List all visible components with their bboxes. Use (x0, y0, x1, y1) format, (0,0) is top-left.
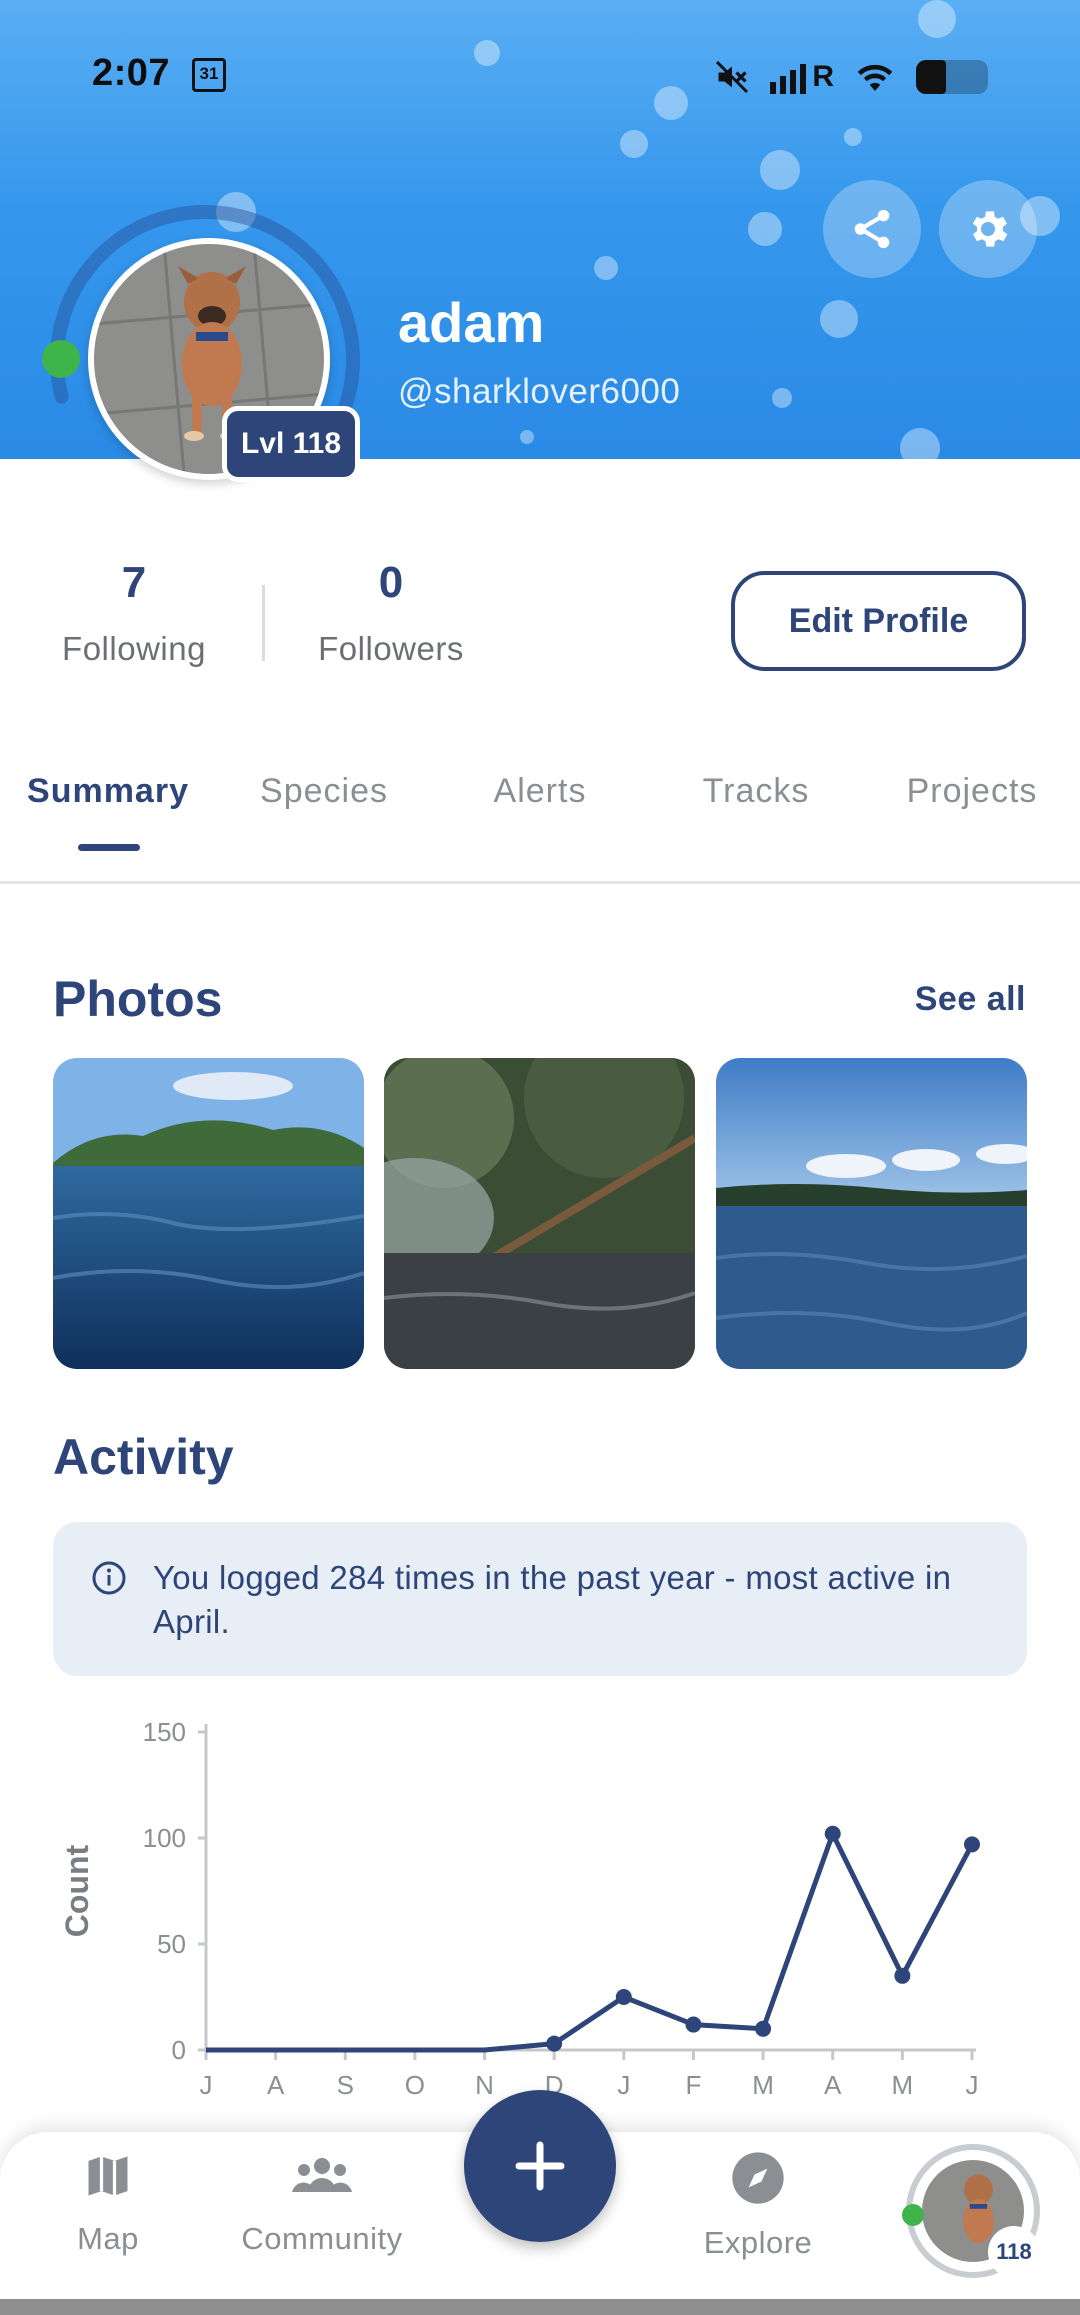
profile-handle: @sharklover6000 (398, 372, 681, 411)
edit-profile-button[interactable]: Edit Profile (731, 571, 1026, 671)
photos-title: Photos (53, 971, 223, 1027)
decor-bubble (594, 256, 618, 280)
add-record-button[interactable] (464, 2090, 616, 2242)
gear-icon (972, 211, 1008, 247)
open-water-photo (716, 1058, 1027, 1369)
settings-button[interactable] (939, 180, 1037, 278)
decor-bubble (760, 150, 800, 190)
photo-thumbnail[interactable] (384, 1058, 695, 1369)
tab-tracks[interactable]: Tracks (648, 772, 864, 811)
chart-y-axis-label: Count (59, 1844, 95, 1937)
online-status-dot (42, 340, 80, 378)
chart-series-line (206, 1831, 975, 2053)
decor-bubble (748, 212, 782, 246)
chart-x-tick-label: F (686, 2070, 702, 2100)
status-icons: R (714, 52, 988, 102)
chart-y-tick-label: 150 (143, 1717, 186, 1747)
chart-x-tick-label: J (966, 2070, 979, 2100)
stats-divider (262, 585, 265, 661)
chart-data-point (964, 1836, 980, 1853)
chart-data-point (755, 2020, 772, 2037)
compass-icon (732, 2152, 784, 2204)
decor-bubble (900, 428, 940, 459)
nav-explore-label: Explore (703, 2225, 813, 2260)
nav-map[interactable]: Map (58, 2150, 158, 2257)
nav-community-label: Community (241, 2221, 403, 2256)
lake-island-photo (53, 1058, 364, 1369)
chart-x-tick-label: J (617, 2070, 630, 2100)
tab-alerts[interactable]: Alerts (432, 772, 648, 811)
tab-summary[interactable]: Summary (0, 772, 216, 811)
level-badge: Lvl 118 (222, 406, 360, 482)
nav-level-badge: 118 (988, 2226, 1040, 2278)
signal-icon: R (770, 60, 834, 94)
profile-tabs: Summary Species Alerts Tracks Projects (0, 760, 1080, 884)
network-label: R (812, 60, 834, 93)
followers-stat[interactable]: 0 Followers (300, 558, 482, 668)
nav-profile[interactable]: 118 (902, 2140, 1042, 2280)
followers-count: 0 (378, 558, 404, 607)
followers-label: Followers (318, 630, 464, 667)
nav-map-label: Map (77, 2221, 139, 2256)
nav-community[interactable]: Community (222, 2150, 422, 2257)
chart-y-tick-label: 50 (157, 1929, 186, 1959)
wifi-icon (857, 64, 893, 91)
following-count: 7 (121, 558, 147, 607)
nav-online-dot (902, 2204, 924, 2226)
activity-summary-text: You logged 284 times in the past year - … (153, 1559, 952, 1640)
activity-title: Activity (53, 1429, 234, 1485)
decor-bubble (772, 388, 792, 408)
see-all-link[interactable]: See all (915, 980, 1026, 1019)
map-icon (88, 2156, 128, 2196)
decor-bubble (520, 430, 534, 444)
system-home-bar (0, 2299, 1080, 2315)
chart-y-tick-label: 100 (143, 1823, 186, 1853)
chart-x-tick-label: M (892, 2070, 914, 2100)
fallen-tree-photo (384, 1058, 695, 1369)
chart-x-tick-label: A (267, 2070, 285, 2100)
decor-bubble (820, 300, 858, 338)
battery-icon (916, 60, 988, 94)
active-tab-indicator (78, 844, 140, 851)
plus-icon (515, 2141, 565, 2191)
chart-data-point (894, 1967, 911, 1984)
calendar-icon: 31 (192, 58, 226, 92)
mute-icon (716, 60, 749, 94)
chart-x-tick-label: A (824, 2070, 842, 2100)
following-label: Following (62, 630, 206, 667)
chart-x-tick-label: N (475, 2070, 494, 2100)
profile-name: adam (398, 291, 545, 354)
nav-explore[interactable]: Explore (688, 2150, 828, 2261)
chart-x-tick-label: O (405, 2070, 425, 2100)
activity-chart: 050100150J A S O N D J F M A M JCount (59, 1717, 980, 2100)
info-icon (92, 1561, 126, 1595)
share-icon (854, 209, 890, 249)
tab-projects[interactable]: Projects (864, 772, 1080, 811)
chart-y-tick-label: 0 (172, 2035, 186, 2065)
chart-x-tick-label: S (337, 2070, 354, 2100)
status-bar: 2:07 31 R (0, 0, 1080, 150)
chart-data-point (685, 2016, 702, 2033)
chart-data-point (824, 1825, 841, 1842)
photo-thumbnail[interactable] (53, 1058, 364, 1369)
chart-data-point (546, 2035, 563, 2052)
clock: 2:07 (92, 52, 171, 94)
share-button[interactable] (823, 180, 921, 278)
chart-x-tick-label: M (752, 2070, 774, 2100)
following-stat[interactable]: 7 Following (46, 558, 222, 668)
activity-info-box: You logged 284 times in the past year - … (53, 1522, 1027, 1676)
chart-x-tick-label: J (200, 2070, 213, 2100)
photo-thumbnail[interactable] (716, 1058, 1027, 1369)
tab-species[interactable]: Species (216, 772, 432, 811)
chart-data-point (615, 1989, 632, 2005)
community-icon (292, 2158, 352, 2192)
